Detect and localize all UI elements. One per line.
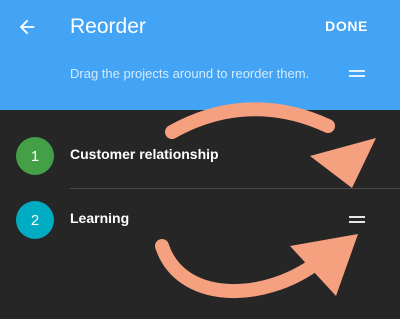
project-number-avatar: 2 <box>16 201 54 239</box>
list-divider <box>70 188 400 189</box>
drag-handle-icon <box>349 70 365 78</box>
bottom-arrow-curve <box>155 239 325 299</box>
drag-handle-icon[interactable] <box>349 216 365 224</box>
done-button[interactable]: DONE <box>325 18 368 34</box>
page-title: Reorder <box>70 15 146 38</box>
app-bar: Reorder DONE Drag the projects around to… <box>0 0 400 110</box>
arrow-back-icon[interactable] <box>16 16 38 38</box>
project-number-avatar: 1 <box>16 137 54 175</box>
list-item[interactable]: 2 Learning <box>0 188 400 252</box>
list-item[interactable]: 1 Customer relationship <box>0 124 400 188</box>
project-name: Learning <box>70 210 130 226</box>
project-name: Customer relationship <box>70 146 219 162</box>
reorder-hint: Drag the projects around to reorder them… <box>70 66 310 81</box>
